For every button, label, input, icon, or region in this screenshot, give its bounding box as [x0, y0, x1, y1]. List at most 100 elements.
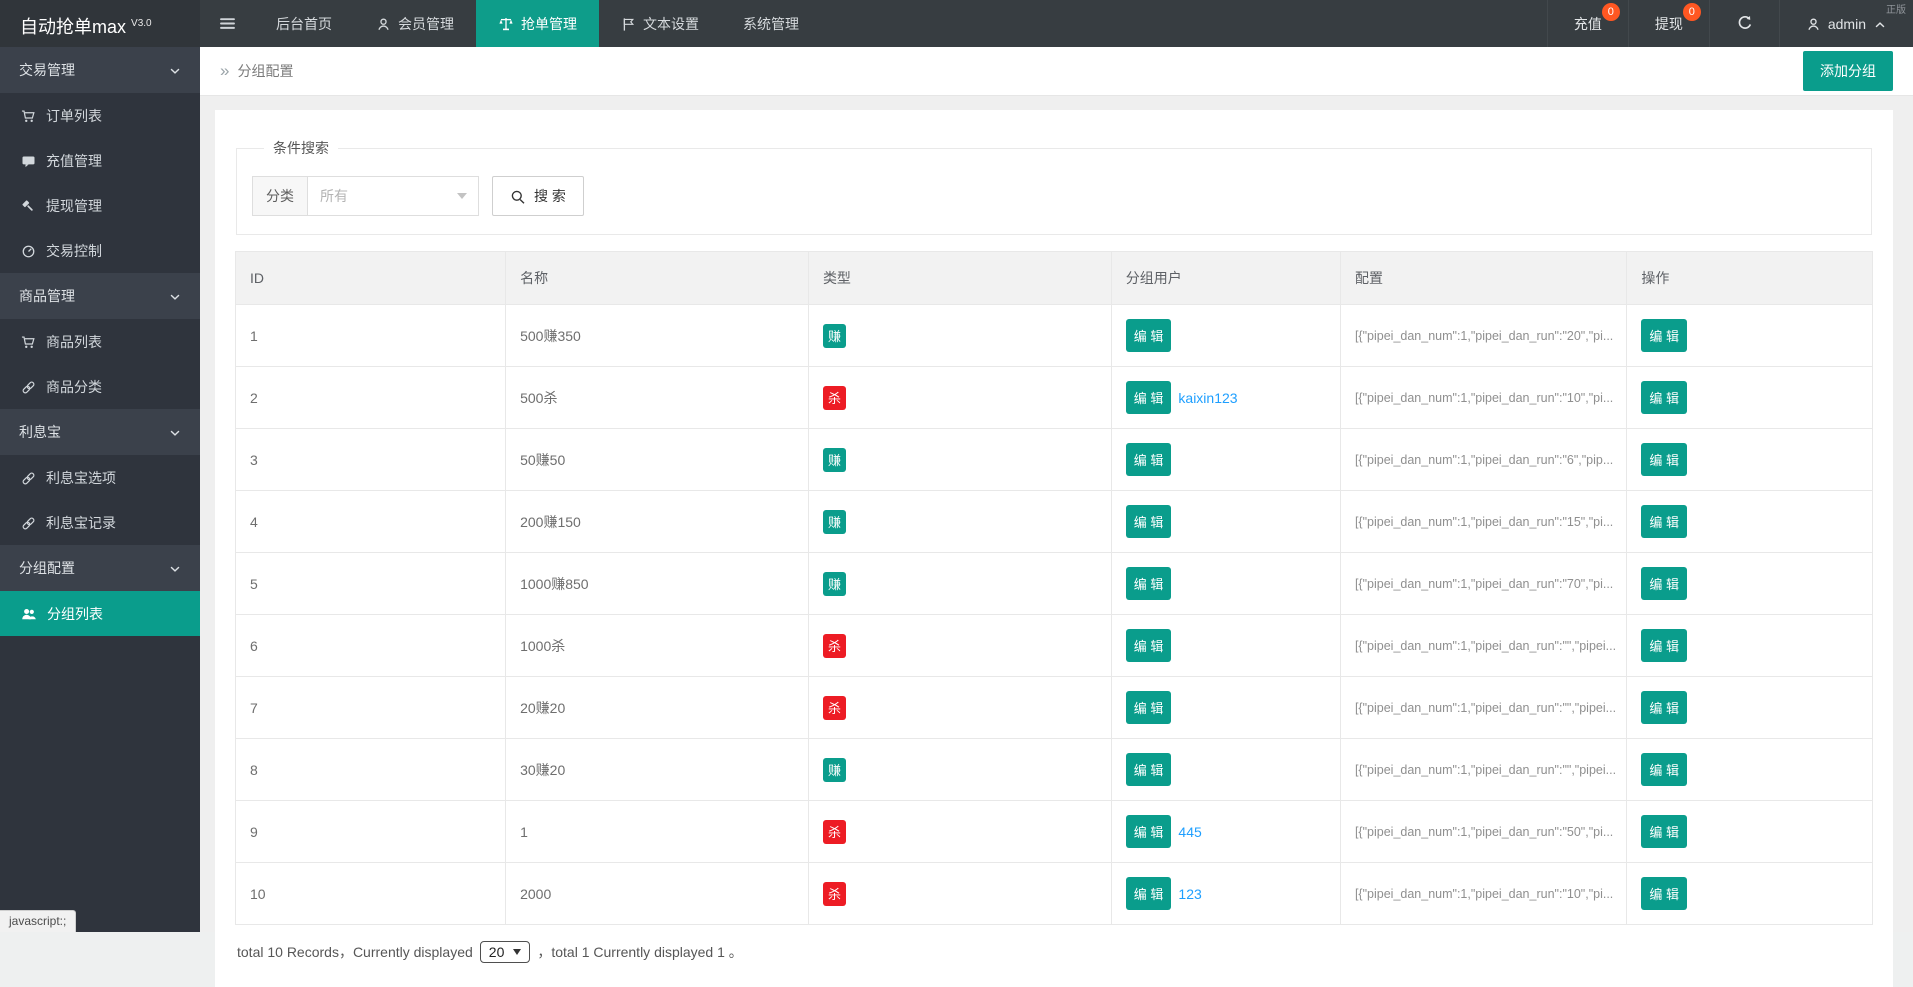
- cell-name: 1000赚850: [506, 553, 809, 615]
- table-row: 8 30赚20 赚 编 辑 [{"pipei_dan_num":1,"pipei…: [236, 739, 1873, 801]
- sidebar-item-group-list[interactable]: 分组列表: [0, 591, 200, 636]
- message-icon: [21, 152, 36, 169]
- nav-item-home[interactable]: 后台首页: [254, 0, 354, 47]
- refresh-icon: [1736, 15, 1753, 33]
- cell-id: 2: [236, 367, 506, 429]
- app-version: V3.0: [131, 18, 152, 29]
- cell-type: 赚: [808, 429, 1111, 491]
- cell-ops: 编 辑: [1627, 491, 1873, 553]
- top-nav: 后台首页 会员管理 抢单管理 文本设置 系统管理: [254, 0, 821, 47]
- double-chevron-icon: »: [220, 61, 229, 80]
- sidebar-item-recharge-manage[interactable]: 充值管理: [0, 138, 200, 183]
- nav-item-text-settings[interactable]: 文本设置: [599, 0, 721, 47]
- edit-users-button[interactable]: 编 辑: [1126, 319, 1172, 352]
- search-button[interactable]: 搜 索: [492, 176, 584, 216]
- cell-users: 编 辑: [1111, 615, 1340, 677]
- sidebar-toggle-button[interactable]: [200, 0, 254, 47]
- edit-row-button[interactable]: 编 辑: [1641, 691, 1687, 724]
- edit-row-button[interactable]: 编 辑: [1641, 567, 1687, 600]
- cell-type: 杀: [808, 677, 1111, 739]
- nav-item-system[interactable]: 系统管理: [721, 0, 821, 47]
- edit-row-button[interactable]: 编 辑: [1641, 815, 1687, 848]
- nav-item-order-grab[interactable]: 抢单管理: [476, 0, 599, 47]
- edit-users-button[interactable]: 编 辑: [1126, 381, 1172, 414]
- type-badge: 杀: [823, 882, 846, 906]
- edit-row-button[interactable]: 编 辑: [1641, 753, 1687, 786]
- search-fieldset: 条件搜索 分类 所有 搜 索: [236, 138, 1872, 235]
- recharge-count-badge: 0: [1602, 3, 1620, 21]
- withdraw-button[interactable]: 提现0: [1628, 0, 1709, 47]
- edit-users-button[interactable]: 编 辑: [1126, 753, 1172, 786]
- cell-name: 2000: [506, 863, 809, 925]
- edit-users-button[interactable]: 编 辑: [1126, 505, 1172, 538]
- cell-users: 编 辑: [1111, 429, 1340, 491]
- sidebar-group-grouping[interactable]: 分组配置: [0, 545, 200, 591]
- cell-id: 9: [236, 801, 506, 863]
- sidebar-item-goods-list[interactable]: 商品列表: [0, 319, 200, 364]
- nav-item-members[interactable]: 会员管理: [354, 0, 476, 47]
- cell-type: 杀: [808, 367, 1111, 429]
- type-badge: 杀: [823, 820, 846, 844]
- edit-users-button[interactable]: 编 辑: [1126, 443, 1172, 476]
- edit-users-button[interactable]: 编 辑: [1126, 877, 1172, 910]
- user-link[interactable]: 445: [1178, 824, 1201, 840]
- cell-name: 50赚50: [506, 429, 809, 491]
- edit-users-button[interactable]: 编 辑: [1126, 629, 1172, 662]
- sidebar-item-trade-control[interactable]: 交易控制: [0, 228, 200, 273]
- sidebar-item-order-list[interactable]: 订单列表: [0, 93, 200, 138]
- cell-ops: 编 辑: [1627, 615, 1873, 677]
- table-row: 7 20赚20 杀 编 辑 [{"pipei_dan_num":1,"pipei…: [236, 677, 1873, 739]
- cell-config: [{"pipei_dan_num":1,"pipei_dan_run":"20"…: [1340, 305, 1626, 367]
- chevron-down-icon: [168, 62, 182, 78]
- table-row: 5 1000赚850 赚 编 辑 [{"pipei_dan_num":1,"pi…: [236, 553, 1873, 615]
- sidebar-item-goods-category[interactable]: 商品分类: [0, 364, 200, 409]
- sidebar: 交易管理 订单列表 充值管理 提现管理 交易控制 商品管理 商品列表 商品分类 …: [0, 47, 200, 932]
- edit-users-button[interactable]: 编 辑: [1126, 567, 1172, 600]
- cell-id: 10: [236, 863, 506, 925]
- link-icon: [21, 514, 36, 531]
- gauge-icon: [21, 242, 36, 259]
- add-group-button[interactable]: 添加分组: [1803, 51, 1893, 91]
- cell-type: 赚: [808, 305, 1111, 367]
- edit-row-button[interactable]: 编 辑: [1641, 877, 1687, 910]
- edit-row-button[interactable]: 编 辑: [1641, 443, 1687, 476]
- sidebar-item-withdraw-manage[interactable]: 提现管理: [0, 183, 200, 228]
- recharge-button[interactable]: 充值0: [1547, 0, 1628, 47]
- user-link[interactable]: kaixin123: [1178, 390, 1237, 406]
- cell-users: 编 辑 kaixin123: [1111, 367, 1340, 429]
- table-row: 2 500杀 杀 编 辑kaixin123 [{"pipei_dan_num":…: [236, 367, 1873, 429]
- col-header-id: ID: [236, 252, 506, 305]
- main-panel: 条件搜索 分类 所有 搜 索 ID 名称 类型 分组用户: [215, 110, 1893, 987]
- app-logo: 自动抢单max V3.0: [0, 0, 200, 47]
- sidebar-group-interest[interactable]: 利息宝: [0, 409, 200, 455]
- edit-row-button[interactable]: 编 辑: [1641, 505, 1687, 538]
- category-label: 分类: [252, 176, 307, 216]
- sidebar-group-trade[interactable]: 交易管理: [0, 47, 200, 93]
- edit-users-button[interactable]: 编 辑: [1126, 815, 1172, 848]
- category-filter: 分类 所有: [252, 176, 479, 216]
- scales-icon: [498, 15, 514, 32]
- edit-users-button[interactable]: 编 辑: [1126, 691, 1172, 724]
- cell-config: [{"pipei_dan_num":1,"pipei_dan_run":"50"…: [1340, 801, 1626, 863]
- chevron-down-icon: [168, 424, 182, 440]
- edit-row-button[interactable]: 编 辑: [1641, 381, 1687, 414]
- edit-row-button[interactable]: 编 辑: [1641, 319, 1687, 352]
- table-row: 10 2000 杀 编 辑123 [{"pipei_dan_num":1,"pi…: [236, 863, 1873, 925]
- table-row: 3 50赚50 赚 编 辑 [{"pipei_dan_num":1,"pipei…: [236, 429, 1873, 491]
- edit-row-button[interactable]: 编 辑: [1641, 629, 1687, 662]
- magnifier-icon: [510, 187, 526, 204]
- table-row: 9 1 杀 编 辑 445 [{"pipei_dan_num":1,"pipei_…: [236, 801, 1873, 863]
- refresh-button[interactable]: [1709, 0, 1779, 47]
- pagination-suffix: ，total 1 Currently displayed 1 。: [537, 942, 742, 962]
- sidebar-group-goods[interactable]: 商品管理: [0, 273, 200, 319]
- link-icon: [21, 378, 36, 395]
- cell-name: 1: [506, 801, 809, 863]
- cell-type: 杀: [808, 863, 1111, 925]
- cell-users: 编 辑 445: [1111, 801, 1340, 863]
- sidebar-item-interest-options[interactable]: 利息宝选项: [0, 455, 200, 500]
- sidebar-item-interest-records[interactable]: 利息宝记录: [0, 500, 200, 545]
- page-size-select[interactable]: 20: [480, 941, 531, 963]
- cell-users: 编 辑 123: [1111, 863, 1340, 925]
- category-select[interactable]: 所有: [307, 176, 479, 216]
- user-link[interactable]: 123: [1178, 886, 1201, 902]
